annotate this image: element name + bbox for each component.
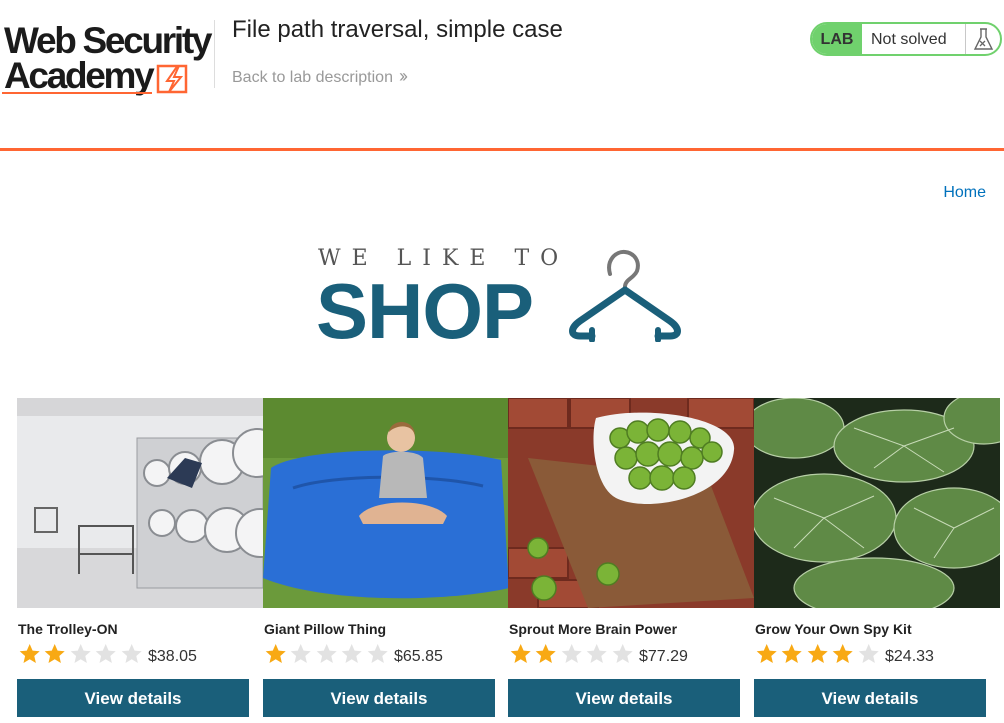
star-icon [95, 644, 116, 663]
star-icon [45, 644, 66, 663]
back-to-lab-link[interactable]: Back to lab description ›› [232, 66, 408, 87]
lightning-bolt-icon [156, 64, 188, 94]
star-icon [367, 644, 388, 663]
product-image-leaves[interactable] [754, 398, 1000, 608]
star-icon [782, 644, 803, 663]
lab-status-text: Not solved [871, 31, 947, 48]
shop-banner: WE LIKE TO SHOP [316, 246, 688, 355]
star-icon [807, 644, 828, 663]
product-price: $38.05 [148, 648, 197, 665]
flask-icon [965, 24, 1000, 54]
product-price: $65.85 [394, 648, 443, 665]
star-icon [832, 644, 853, 663]
lab-title: File path traversal, simple case [232, 16, 563, 43]
lab-badge: LAB [812, 24, 862, 54]
logo-line1: Web Security [4, 20, 212, 61]
home-link[interactable]: Home [943, 184, 986, 202]
star-icon [586, 644, 607, 663]
lab-header: Web Security Academy File path traversal… [0, 0, 1004, 148]
view-details-button[interactable]: View details [754, 679, 986, 717]
product-rating [754, 642, 881, 666]
product-name: Grow Your Own Spy Kit [755, 621, 912, 637]
star-icon [756, 644, 777, 663]
product-image-pillow[interactable] [263, 398, 509, 608]
academy-logo[interactable]: Web Security Academy [0, 18, 215, 98]
hanger-icon [569, 249, 681, 342]
star-icon [19, 644, 40, 663]
product-rating [508, 642, 635, 666]
star-icon [70, 644, 91, 663]
view-details-button[interactable]: View details [508, 679, 740, 717]
lab-status-widget: LAB Not solved [810, 22, 1002, 56]
star-icon [510, 644, 531, 663]
star-icon [612, 644, 633, 663]
star-icon [341, 644, 362, 663]
star-icon [121, 644, 142, 663]
product-image-sprouts[interactable] [508, 398, 754, 608]
product-name: Giant Pillow Thing [264, 621, 387, 637]
product-image-laundromat[interactable] [17, 398, 263, 608]
logo-underline [2, 92, 152, 94]
view-details-button[interactable]: View details [263, 679, 495, 717]
product-rating [17, 642, 144, 666]
double-chevron-right-icon: ›› [398, 66, 408, 86]
header-separator [0, 148, 1004, 151]
banner-shop-text: SHOP [316, 267, 534, 355]
star-icon [536, 644, 557, 663]
star-icon [316, 644, 337, 663]
product-name: The Trolley-ON [18, 621, 118, 637]
product-price: $24.33 [885, 648, 934, 665]
star-icon [291, 644, 312, 663]
view-details-button[interactable]: View details [17, 679, 249, 717]
product-name: Sprout More Brain Power [509, 621, 678, 637]
header-divider [214, 20, 215, 88]
logo-line2: Academy [4, 55, 155, 96]
star-icon [561, 644, 582, 663]
product-rating [263, 642, 390, 666]
back-link-label: Back to lab description [232, 69, 393, 86]
star-icon [265, 644, 286, 663]
product-price: $77.29 [639, 648, 688, 665]
star-icon [858, 644, 879, 663]
